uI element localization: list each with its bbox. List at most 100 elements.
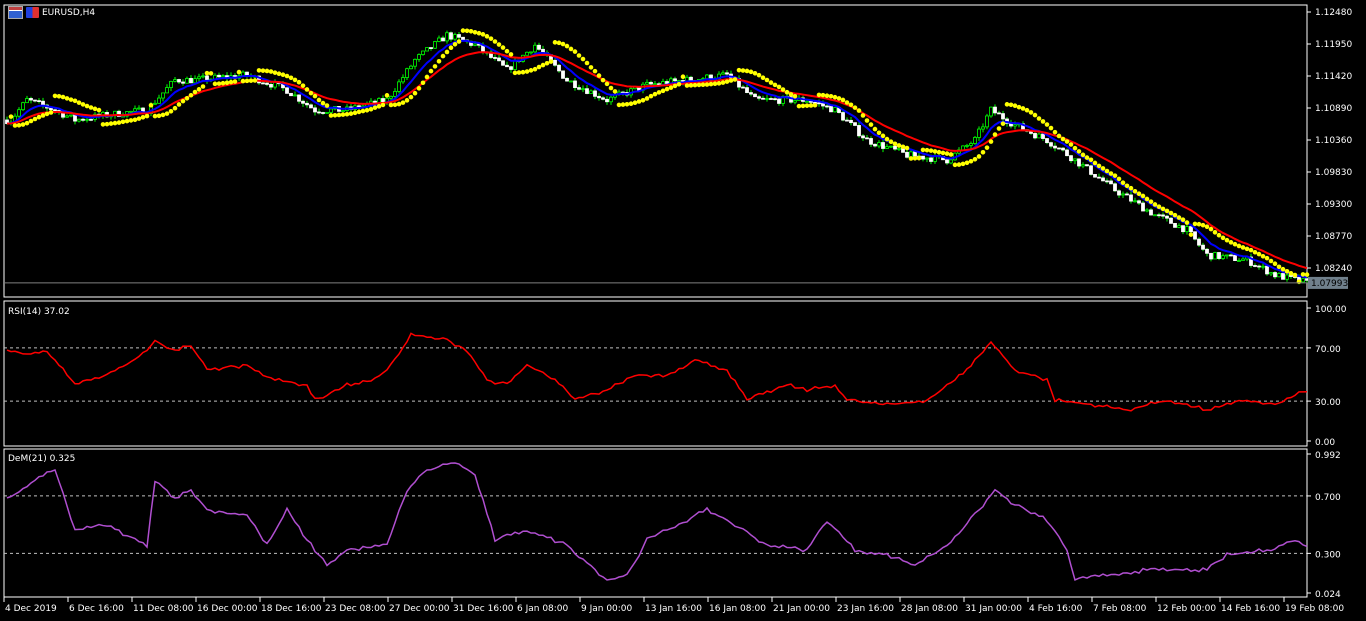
dem-line [6,462,1308,581]
candle-body [585,88,589,94]
sar-dot [1304,272,1310,277]
sar-dot [348,111,354,116]
candle-body [405,68,409,78]
sar-dot [960,161,966,167]
sar-dot [1124,183,1130,189]
sar-dot [332,113,338,118]
sar-dot [224,80,230,86]
sar-dot [476,30,482,36]
sar-dot [740,68,746,73]
rsi-tick-label: 70.00 [1315,345,1341,355]
time-tick-label: 4 Feb 16:00 [1029,604,1083,614]
sar-dot [156,113,162,119]
sar-dot [384,93,390,98]
sar-dot [116,120,122,125]
candle-body [89,118,93,121]
sar-dot [540,62,546,68]
sar-dot [716,81,722,86]
candle-body [309,104,313,109]
candle-body [185,78,189,84]
sar-dot [616,102,622,108]
candle-body [1109,180,1113,185]
sar-dot [1056,133,1062,139]
sar-dot [1028,110,1034,115]
sar-dot [1084,155,1090,160]
sar-dot [372,105,378,110]
sar-dot [604,81,610,87]
candle-body [889,145,893,148]
candle-body [1189,226,1193,233]
candle-body [1213,252,1217,260]
candle-body [461,36,465,41]
sar-dot [1148,199,1154,204]
candle-body [1073,158,1077,162]
candle-body [245,71,249,76]
sar-dot [796,103,802,109]
time-tick-label: 31 Dec 16:00 [453,604,514,614]
candle-body [1129,194,1133,202]
sar-dot [92,106,98,112]
candle-body [1133,200,1137,203]
sar-dot [144,113,150,119]
sar-dot [180,98,186,104]
candle-body [1181,225,1185,233]
sar-dot [1136,191,1142,197]
candle-body [509,66,513,70]
candle-body [853,122,857,126]
sar-dot [1268,258,1274,264]
sar-dot [792,93,798,99]
sar-dot [952,162,958,168]
sar-dot [1016,104,1022,110]
sar-dot [1236,243,1242,249]
sar-dot [12,123,18,128]
candle-body [793,100,797,103]
sar-dot [1088,157,1094,163]
candle-body [581,88,585,91]
sar-dot [20,122,26,127]
candle-body [1049,142,1053,147]
candle-body [761,97,765,100]
candle-body [421,50,425,55]
candle-body [133,108,137,112]
sar-dot [500,45,506,50]
sar-dot [456,39,462,44]
sar-dot [708,81,714,87]
time-tick-label: 16 Dec 00:00 [197,604,258,614]
sar-dot [52,93,58,99]
sar-dot [448,45,454,51]
candle-body [41,100,45,106]
time-tick-label: 23 Jan 16:00 [837,604,894,614]
sar-dot [1264,255,1270,261]
candle-body [273,82,277,88]
sar-dot [276,71,282,77]
candle-body [1101,177,1105,182]
price-tick-label: 1.08770 [1315,232,1352,242]
sar-dot [340,112,346,117]
pane-border-1 [3,300,1308,447]
sar-dot [256,68,262,73]
time-tick-label: 21 Jan 00:00 [773,604,830,614]
chart-canvas[interactable]: 1.12480 1.11950 1.11420 1.10890 1.10360 1.098… [0,0,1366,621]
sar-dot [1120,180,1126,186]
price-tick-label: 1.10360 [1315,136,1352,146]
candle-body [181,81,185,84]
sar-dot [1116,176,1122,182]
sar-dot [1172,212,1178,218]
sar-dot [1076,149,1082,154]
sar-dot [756,72,762,78]
sar-dot [720,80,726,85]
sar-dot [932,149,938,154]
sar-dot [668,85,674,90]
sar-dot [148,102,154,108]
candle-body [381,98,385,103]
time-tick-label: 4 Dec 2019 [5,604,57,614]
sar-dot [584,60,590,66]
sar-dot [832,94,838,100]
candle-body [1065,149,1069,157]
candle-body [1097,176,1101,179]
candle-body [449,32,453,40]
sar-dot [1240,245,1246,250]
sar-dot [996,126,1002,131]
candle-body [261,82,265,85]
sar-dot [1280,266,1286,272]
